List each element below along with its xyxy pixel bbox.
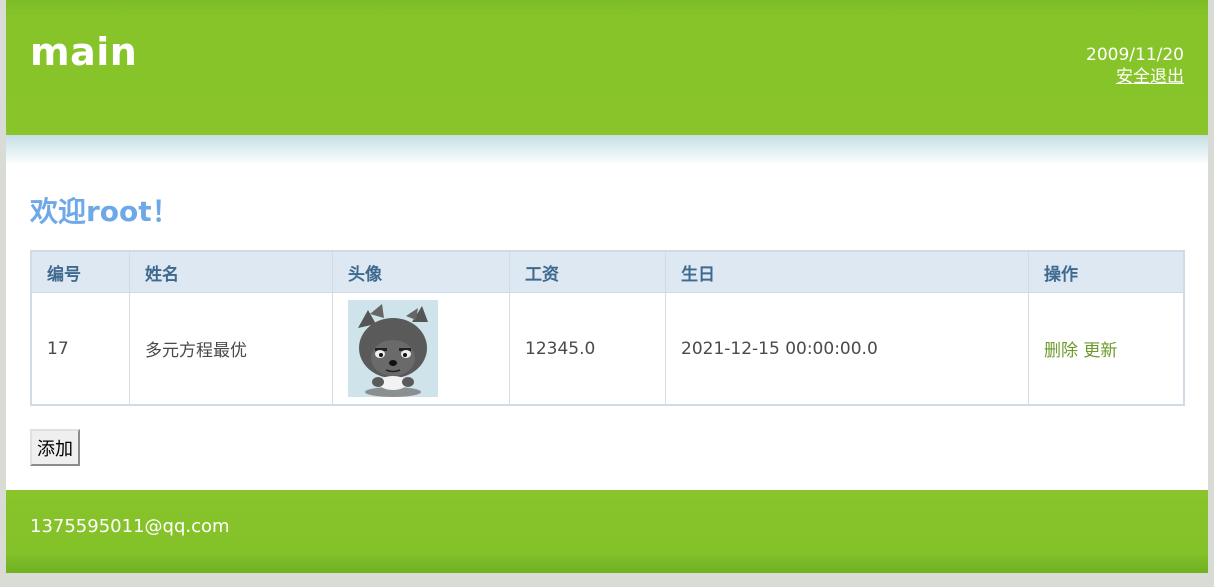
table-header-row: 编号 姓名 头像 工资 生日 操作 [30,250,1185,293]
update-link[interactable]: 更新 [1083,341,1117,361]
employee-table: 编号 姓名 头像 工资 生日 操作 17 多元方程最优 12345.0 2021… [30,250,1185,406]
header-right: 2009/11/20 安全退出 [1086,44,1184,88]
column-header-name: 姓名 [129,250,333,293]
cell-id: 17 [30,292,130,406]
gray-wolf-avatar-icon [348,300,438,397]
footer-bar: 1375595011@qq.com [6,490,1208,573]
page-frame: main 2009/11/20 安全退出 欢迎root！ 编号 姓名 头像 工资… [6,0,1208,573]
column-header-salary: 工资 [509,250,666,293]
cell-actions: 删除 更新 [1028,292,1185,406]
cell-name: 多元方程最优 [129,292,333,406]
column-header-birthday: 生日 [665,250,1029,293]
logout-link[interactable]: 安全退出 [1086,66,1184,88]
cell-birthday: 2021-12-15 00:00:00.0 [665,292,1029,406]
site-title: main [30,30,138,74]
header-date: 2009/11/20 [1086,45,1184,65]
welcome-heading: 欢迎root！ [30,195,180,228]
footer-email: 1375595011@qq.com [30,516,230,537]
column-header-avatar: 头像 [332,250,510,293]
column-header-id: 编号 [30,250,130,293]
delete-link[interactable]: 删除 [1044,341,1078,361]
table-row: 17 多元方程最优 12345.0 2021-12-15 00:00:00.0 … [30,292,1185,406]
header-shadow [6,135,1208,165]
column-header-actions: 操作 [1028,250,1185,293]
cell-salary: 12345.0 [509,292,666,406]
add-button[interactable]: 添加 [30,429,80,466]
header-bar: main 2009/11/20 安全退出 [6,0,1208,135]
cell-avatar [332,292,510,406]
